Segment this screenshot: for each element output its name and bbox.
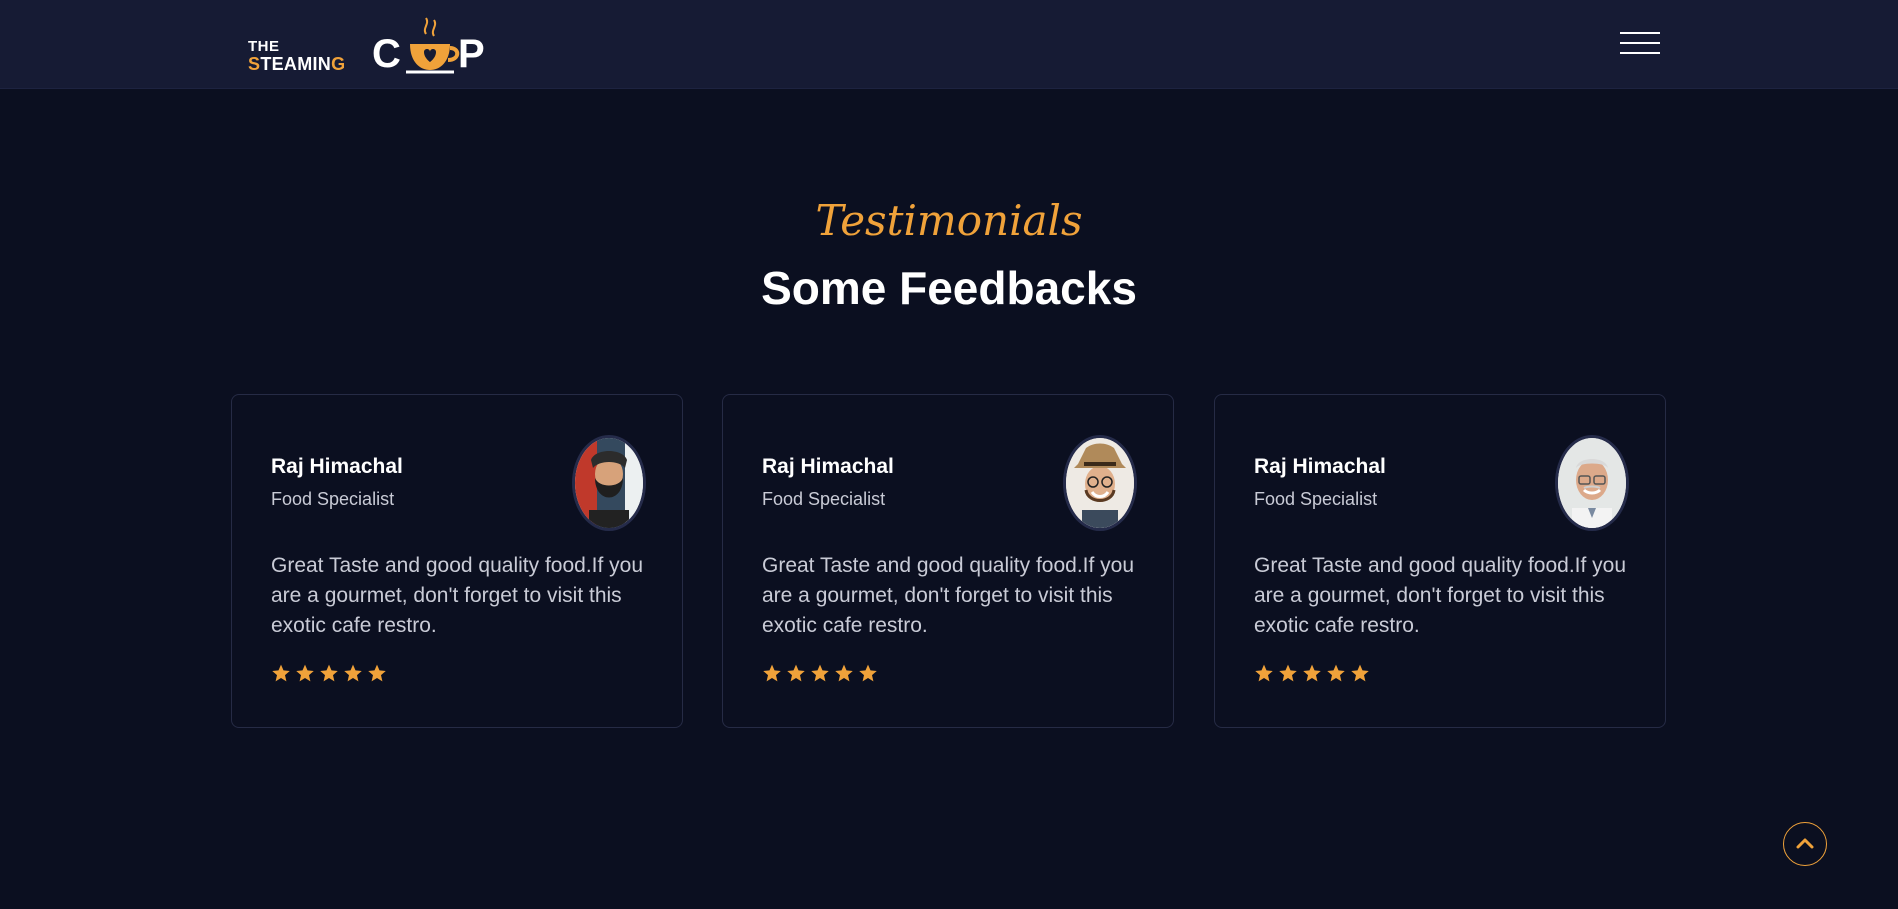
brand-logo[interactable]: THE STEAMING C P	[248, 14, 488, 76]
star-icon	[1279, 664, 1297, 682]
navbar: THE STEAMING C P	[0, 0, 1898, 89]
star-icon	[835, 664, 853, 682]
reviewer-role: Food Specialist	[1254, 489, 1378, 509]
testimonial-card: Raj Himachal Food Specialist Great Taste…	[1214, 394, 1666, 728]
star-icon	[1327, 664, 1345, 682]
section-title: Some Feedbacks	[761, 262, 1137, 314]
man-with-hat-avatar	[1063, 435, 1137, 531]
rating-stars	[762, 663, 878, 687]
star-icon	[1303, 664, 1321, 682]
logo-text-the: THE	[248, 38, 280, 55]
reviewer-name: Raj Himachal	[271, 455, 403, 478]
logo-text-p: P	[458, 32, 485, 76]
star-icon	[1255, 664, 1273, 682]
testimonial-card: Raj Himachal Food Specialist Great Taste…	[722, 394, 1174, 728]
star-icon	[811, 664, 829, 682]
chevron-up-icon	[1796, 838, 1813, 848]
testimonial-quote: Great Taste and good quality food.If you…	[762, 554, 1135, 637]
star-icon	[1351, 664, 1369, 682]
hamburger-menu-icon[interactable]	[1620, 32, 1660, 56]
star-icon	[763, 664, 781, 682]
logo-text-steaming: STEAMING	[248, 54, 346, 74]
rating-stars	[271, 663, 387, 687]
bearded-man-avatar	[572, 435, 646, 531]
star-icon	[320, 664, 338, 682]
star-icon	[296, 664, 314, 682]
older-man-avatar	[1555, 435, 1629, 531]
reviewer-role: Food Specialist	[271, 489, 395, 509]
logo-text-c: C	[372, 32, 401, 76]
star-icon	[368, 664, 386, 682]
reviewer-role: Food Specialist	[762, 489, 886, 509]
star-icon	[344, 664, 362, 682]
section-subtitle: Testimonials	[815, 196, 1083, 245]
rating-stars	[1254, 663, 1370, 687]
coffee-cup-icon	[406, 17, 460, 74]
star-icon	[859, 664, 877, 682]
testimonial-quote: Great Taste and good quality food.If you…	[1254, 554, 1627, 637]
reviewer-name: Raj Himachal	[1254, 455, 1386, 478]
testimonial-card: Raj Himachal Food Specialist Great Taste…	[231, 394, 683, 728]
reviewer-name: Raj Himachal	[762, 455, 894, 478]
star-icon	[787, 664, 805, 682]
star-icon	[272, 664, 290, 682]
scroll-to-top-button[interactable]	[1783, 822, 1827, 866]
testimonial-quote: Great Taste and good quality food.If you…	[271, 554, 644, 637]
